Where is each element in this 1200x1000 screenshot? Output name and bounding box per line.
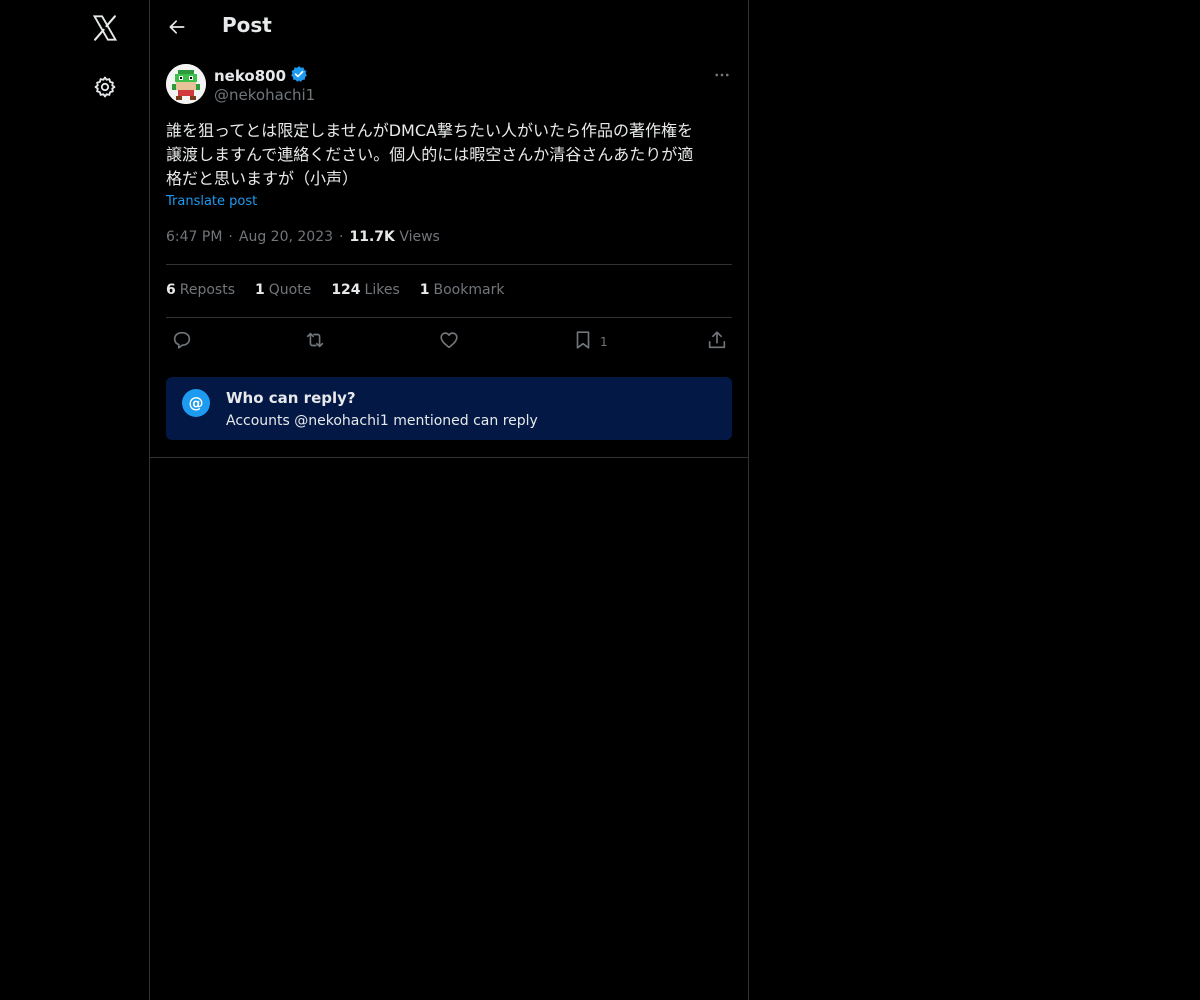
meta-separator: · [228,229,233,245]
post-text: 誰を狙ってとは限定しませんがDMCA撃ちたい人がいたら作品の著作権を 譲渡します… [166,121,694,188]
post-header: Post [150,0,748,55]
divider [150,457,748,458]
repost-icon [304,329,326,355]
bookmark-icon [572,329,594,355]
share-icon [706,329,728,355]
verified-badge-icon [290,65,308,87]
more-options-icon[interactable] [710,63,734,87]
arrow-left-icon[interactable] [164,14,190,40]
likes-stat[interactable]: 124 Likes [331,282,399,298]
reply-restriction-notice: @ Who can reply? Accounts @nekohachi1 me… [166,377,732,440]
reply-restriction-title: Who can reply? [226,389,356,407]
post-date[interactable]: Aug 20, 2023 [239,229,333,245]
x-logo-icon[interactable] [89,12,121,44]
page-title: Post [222,13,272,37]
repost-button[interactable] [304,328,326,356]
divider [166,317,732,318]
views-label: Views [399,229,440,245]
reposts-stat[interactable]: 6 Reposts [166,282,235,298]
like-button[interactable] [438,328,460,356]
bookmarks-stat[interactable]: 1 Bookmark [420,282,505,298]
meta-separator: · [339,229,344,245]
reply-button[interactable] [171,328,193,356]
post-meta: 6:47 PM · Aug 20, 2023 · 11.7K Views [166,229,440,245]
author-name-row: neko800 [214,65,308,87]
reply-icon [171,329,193,355]
heart-icon [438,329,460,355]
bookmark-button[interactable]: 1 [572,328,608,356]
translate-post-link[interactable]: Translate post [166,194,257,209]
post-time[interactable]: 6:47 PM [166,229,222,245]
main-column: Post neko800 @nekohachi1 誰を狙ってとは限定しませんがD… [149,0,749,1000]
reply-restriction-subtitle: Accounts @nekohachi1 mentioned can reply [226,413,538,429]
left-sidebar [0,0,149,1000]
bookmark-count: 1 [600,335,608,349]
views-count: 11.7K [349,229,395,245]
divider [166,264,732,265]
mention-icon: @ [182,389,210,417]
avatar[interactable] [166,64,206,104]
gear-icon[interactable] [91,73,119,101]
quotes-stat[interactable]: 1 Quote [255,282,311,298]
share-button[interactable] [706,328,728,356]
post-actions: 1 [166,328,732,356]
author-display-name[interactable]: neko800 [214,67,286,85]
post-stats: 6 Reposts 1 Quote 124 Likes 1 Bookmark [166,282,504,298]
author-handle[interactable]: @nekohachi1 [214,86,315,104]
